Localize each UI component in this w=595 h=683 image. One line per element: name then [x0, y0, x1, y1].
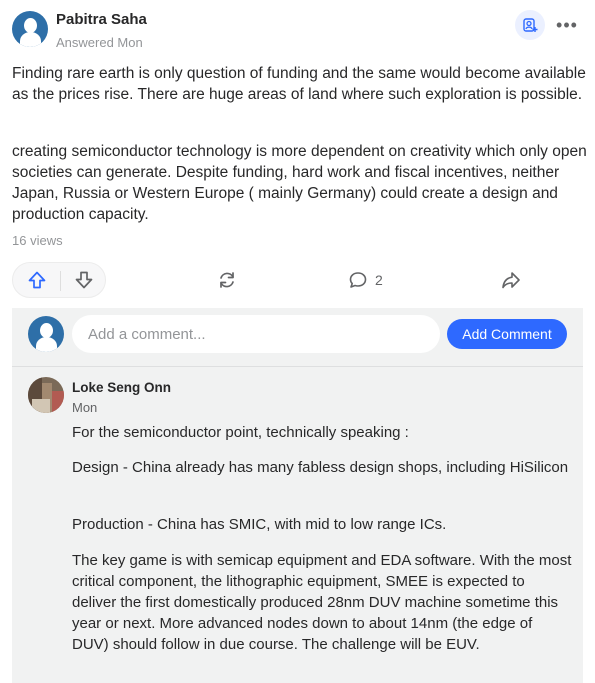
- avatar-shoulders-shape: [20, 32, 41, 47]
- answer-paragraph: creating semiconductor technology is mor…: [12, 143, 587, 223]
- current-user-avatar: [28, 316, 64, 352]
- share-cycle-icon: [220, 272, 234, 288]
- comment-input[interactable]: [72, 315, 440, 353]
- avatar-photo-shape: [52, 391, 64, 413]
- answered-date: Answered Mon: [56, 35, 143, 50]
- forward-button[interactable]: [496, 265, 526, 295]
- commenter-avatar[interactable]: [28, 377, 64, 413]
- more-options-button[interactable]: •••: [553, 13, 581, 37]
- comments-button[interactable]: 2: [348, 265, 383, 295]
- upvote-arrow-icon: [28, 271, 45, 289]
- comment-bubble-icon: [349, 272, 367, 288]
- answer-paragraph: Finding rare earth is only question of f…: [12, 65, 586, 103]
- upvote-button[interactable]: [13, 263, 60, 297]
- comment-paragraph: Design - China already has many fabless …: [72, 459, 569, 476]
- comment-paragraph: For the semiconductor point, technically…: [72, 424, 409, 441]
- comment-count: 2: [375, 272, 383, 288]
- avatar-photo-shape: [32, 399, 50, 413]
- avatar-head-shape: [24, 18, 37, 33]
- author-avatar[interactable]: [12, 11, 48, 47]
- commenter-name[interactable]: Loke Seng Onn: [72, 380, 171, 395]
- comment-paragraph: The key game is with semicap equipment a…: [72, 552, 572, 653]
- downvote-button[interactable]: [61, 263, 107, 297]
- add-comment-button[interactable]: Add Comment: [447, 319, 567, 349]
- follow-button[interactable]: [515, 10, 545, 40]
- view-count[interactable]: 16 views: [12, 233, 63, 248]
- comment-date: Mon: [72, 400, 98, 415]
- add-person-icon: [523, 18, 538, 32]
- comment-paragraph: Production - China has SMIC, with mid to…: [72, 516, 447, 533]
- comment-divider: [12, 366, 583, 367]
- author-name[interactable]: Pabitra Saha: [56, 11, 147, 28]
- share-button[interactable]: [212, 265, 242, 295]
- forward-arrow-icon: [502, 272, 520, 289]
- downvote-arrow-icon: [75, 271, 93, 289]
- vote-pill: [12, 262, 106, 298]
- more-dots-icon: •••: [556, 14, 578, 35]
- avatar-shoulders-shape: [36, 337, 57, 352]
- avatar-head-shape: [40, 323, 53, 338]
